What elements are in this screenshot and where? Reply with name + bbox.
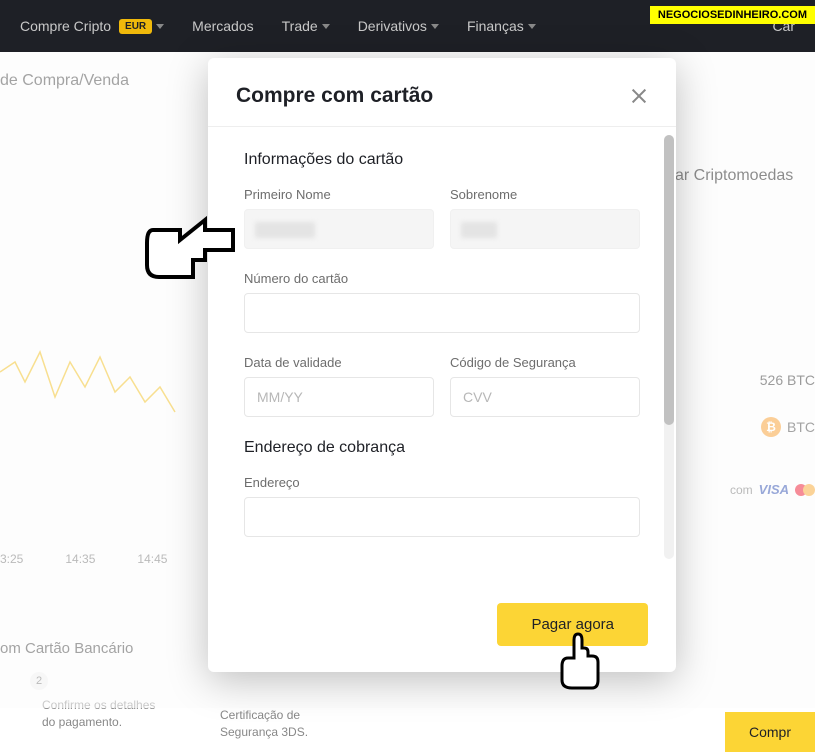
expiry-input[interactable] (244, 377, 434, 417)
close-icon[interactable] (630, 87, 648, 105)
modal-body: Informações do cartão Primeiro Nome Sobr… (208, 127, 676, 587)
buy-with-card-modal: Compre com cartão Informações do cartão … (208, 58, 676, 672)
buy-now-button[interactable]: Compr (725, 712, 815, 752)
billing-heading: Endereço de cobrança (244, 439, 640, 457)
pointer-hand-icon (145, 215, 235, 285)
step-description-2: Certificação de Segurança 3DS. (220, 707, 308, 741)
expiry-label: Data de validade (244, 355, 434, 370)
card-number-input[interactable] (244, 293, 640, 333)
cvv-label: Código de Segurança (450, 355, 640, 370)
address-input[interactable] (244, 497, 640, 537)
first-name-input[interactable] (244, 209, 434, 249)
address-label: Endereço (244, 475, 640, 490)
last-name-label: Sobrenome (450, 187, 640, 202)
modal-title: Compre com cartão (236, 84, 433, 108)
last-name-field: Sobrenome (450, 187, 640, 249)
scrollbar-thumb[interactable] (664, 135, 674, 425)
watermark-badge: NEGOCIOSEDINHEIRO.COM (650, 6, 815, 24)
modal-footer: Pagar agora (208, 587, 676, 672)
cvv-field: Código de Segurança (450, 355, 640, 417)
pointer-hand-icon (558, 632, 602, 692)
card-number-label: Número do cartão (244, 271, 640, 286)
first-name-label: Primeiro Nome (244, 187, 434, 202)
modal-header: Compre com cartão (208, 58, 676, 127)
expiry-field: Data de validade (244, 355, 434, 417)
address-field: Endereço (244, 475, 640, 537)
first-name-field: Primeiro Nome (244, 187, 434, 249)
card-number-field: Número do cartão (244, 271, 640, 333)
card-info-heading: Informações do cartão (244, 151, 640, 169)
last-name-input[interactable] (450, 209, 640, 249)
cvv-input[interactable] (450, 377, 640, 417)
